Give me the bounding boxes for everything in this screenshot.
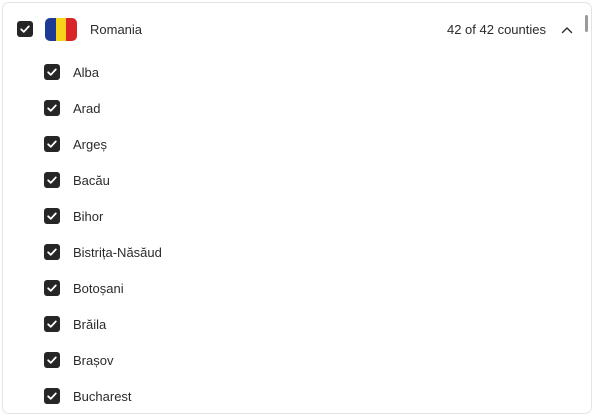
county-item[interactable]: Brăila xyxy=(3,307,591,343)
checkmark-icon xyxy=(47,356,57,364)
county-checkbox[interactable] xyxy=(44,208,60,224)
county-label: Alba xyxy=(73,65,100,80)
county-checkbox[interactable] xyxy=(44,64,60,80)
flag-stripe-blue xyxy=(45,18,56,41)
flag-stripe-red xyxy=(66,18,77,41)
checkmark-icon xyxy=(47,392,57,400)
flag-stripe-yellow xyxy=(55,18,67,41)
country-row-romania[interactable]: Romania 42 of 42 counties xyxy=(3,3,591,55)
county-label: Arad xyxy=(73,101,101,116)
region-selector-panel: Romania 42 of 42 counties Alba Arad Argeș B… xyxy=(2,2,592,414)
checkmark-icon xyxy=(47,68,57,76)
country-checkbox[interactable] xyxy=(17,21,33,37)
county-checkbox[interactable] xyxy=(44,172,60,188)
chevron-up-icon[interactable] xyxy=(560,23,574,37)
checkmark-icon xyxy=(47,248,57,256)
romania-flag-icon xyxy=(45,18,77,41)
county-item[interactable]: Bucharest xyxy=(3,379,591,413)
county-label: Bihor xyxy=(73,209,104,224)
county-checkbox[interactable] xyxy=(44,280,60,296)
county-count: 42 of 42 counties xyxy=(446,22,546,37)
county-label: Brașov xyxy=(73,353,114,368)
county-item[interactable]: Argeș xyxy=(3,127,591,163)
county-item[interactable]: Arad xyxy=(3,91,591,127)
county-label: Bacău xyxy=(73,173,110,188)
checkmark-icon xyxy=(20,25,30,33)
county-item[interactable]: Bihor xyxy=(3,199,591,235)
checkmark-icon xyxy=(47,320,57,328)
checkmark-icon xyxy=(47,104,57,112)
checkmark-icon xyxy=(47,284,57,292)
county-checkbox[interactable] xyxy=(44,136,60,152)
county-checkbox[interactable] xyxy=(44,352,60,368)
county-checkbox[interactable] xyxy=(44,244,60,260)
county-checkbox[interactable] xyxy=(44,100,60,116)
county-item[interactable]: Brașov xyxy=(3,343,591,379)
county-label: Brăila xyxy=(73,317,107,332)
county-item[interactable]: Botoșani xyxy=(3,271,591,307)
checkmark-icon xyxy=(47,140,57,148)
county-label: Argeș xyxy=(73,137,107,152)
checkmark-icon xyxy=(47,176,57,184)
county-list: Alba Arad Argeș Bacău Bihor Bistrița-Năsăud Bo… xyxy=(3,55,591,413)
county-label: Bistrița-Năsăud xyxy=(73,245,162,260)
county-item[interactable]: Bacău xyxy=(3,163,591,199)
county-item[interactable]: Bistrița-Năsăud xyxy=(3,235,591,271)
county-label: Bucharest xyxy=(73,389,132,404)
country-name: Romania xyxy=(90,22,143,37)
county-item[interactable]: Alba xyxy=(3,55,591,91)
county-checkbox[interactable] xyxy=(44,316,60,332)
county-label: Botoșani xyxy=(73,281,124,296)
scrollbar-thumb[interactable] xyxy=(585,15,588,32)
county-checkbox[interactable] xyxy=(44,388,60,404)
checkmark-icon xyxy=(47,212,57,220)
